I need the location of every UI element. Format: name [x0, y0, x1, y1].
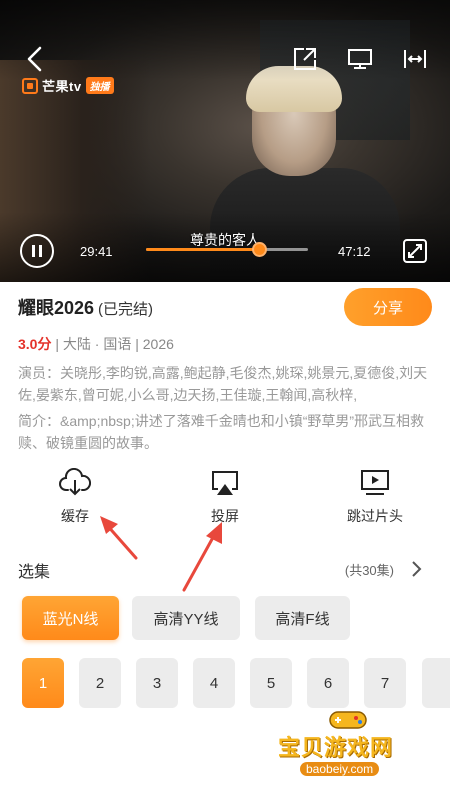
player-controls: 29:41 47:12 — [0, 232, 450, 272]
share-out-button[interactable] — [290, 44, 320, 74]
source-line-button[interactable]: 高清YY线 — [132, 596, 240, 640]
episode-item-partial[interactable] — [422, 658, 450, 708]
show-title: 耀眼2026 — [18, 298, 95, 318]
source-line-button[interactable]: 高清F线 — [255, 596, 350, 640]
show-intro[interactable]: 简介：&amp;nbsp;讲述了落难千金晴也和小镇“野草男”邢武互相救赎、破镜重… — [18, 410, 430, 454]
share-out-icon — [294, 48, 316, 70]
watermark-text: 宝贝游戏网 — [278, 735, 394, 760]
logo-text: 芒果tv — [42, 79, 82, 94]
share-button[interactable]: 分享 — [344, 288, 432, 326]
top-gradient — [0, 0, 450, 80]
show-meta: 3.0分 | 大陆 · 国语 | 2026 — [18, 334, 174, 354]
gamepad-icon — [329, 711, 367, 729]
download-label: 缓存 — [61, 508, 89, 524]
episode-item[interactable]: 4 — [193, 658, 235, 708]
pause-icon — [32, 245, 42, 257]
episode-item[interactable]: 5 — [250, 658, 292, 708]
show-status: (已完结) — [98, 301, 154, 318]
skip-intro-button[interactable]: 跳过片头 — [320, 468, 430, 526]
episode-list: 1 2 3 4 5 6 7 — [22, 658, 450, 708]
skip-intro-icon — [361, 470, 389, 495]
fullscreen-button[interactable] — [400, 236, 430, 266]
back-button[interactable] — [20, 44, 50, 74]
download-cloud-icon — [59, 468, 91, 496]
skip-intro-label: 跳过片头 — [347, 508, 403, 524]
show-meta-rest: | 大陆 · 国语 | 2026 — [51, 336, 174, 352]
source-line-list: 蓝光N线 高清YY线 高清F线 — [22, 596, 442, 640]
exclusive-badge: 独播 — [85, 77, 114, 94]
progress-fill — [146, 248, 260, 251]
episode-item[interactable]: 3 — [136, 658, 178, 708]
episodes-title: 选集 — [18, 564, 51, 581]
total-time: 47:12 — [338, 244, 371, 259]
current-time: 29:41 — [80, 244, 113, 259]
back-arrow-icon — [27, 46, 42, 72]
mango-tv-logo-icon — [22, 77, 38, 94]
tv-cast-button[interactable] — [345, 44, 375, 74]
episode-item[interactable]: 2 — [79, 658, 121, 708]
pause-button[interactable] — [20, 234, 54, 268]
cast-screen-button[interactable]: 投屏 — [170, 468, 280, 526]
fullscreen-icon — [403, 239, 427, 263]
fit-width-icon — [404, 50, 426, 68]
channel-logo: 芒果tv 独播 — [22, 76, 114, 95]
source-line-button[interactable]: 蓝光N线 — [22, 596, 119, 640]
watermark-url: baobeiy.com — [300, 762, 380, 776]
episode-item[interactable]: 6 — [307, 658, 349, 708]
video-player[interactable]: 芒果tv 独播 尊贵的客人 29:41 47:12 — [0, 0, 450, 282]
annotation-arrow-icon — [100, 516, 138, 560]
progress-handle[interactable] — [252, 242, 268, 257]
show-score: 3.0分 — [18, 336, 52, 352]
progress-bar[interactable] — [146, 242, 308, 257]
aspect-ratio-button[interactable] — [400, 44, 430, 74]
show-cast: 演员：关晓彤,李昀锐,高露,鲍起静,毛俊杰,姚琛,姚景元,夏德俊,刘天佐,晏紫东… — [18, 365, 428, 403]
title-row: 耀眼2026 (已完结) — [18, 294, 153, 320]
episode-item[interactable]: 1 — [22, 658, 64, 708]
site-watermark: 宝贝游戏网 baobeiy.com — [272, 706, 422, 784]
annotation-arrow-icon — [182, 522, 222, 592]
episodes-count: (共30集) — [344, 563, 394, 578]
cast-screen-icon — [212, 471, 238, 495]
episodes-header[interactable]: 选集 (共30集) — [18, 558, 428, 582]
chevron-right-icon — [412, 561, 422, 577]
episode-item[interactable]: 7 — [364, 658, 406, 708]
monitor-icon — [348, 49, 372, 69]
